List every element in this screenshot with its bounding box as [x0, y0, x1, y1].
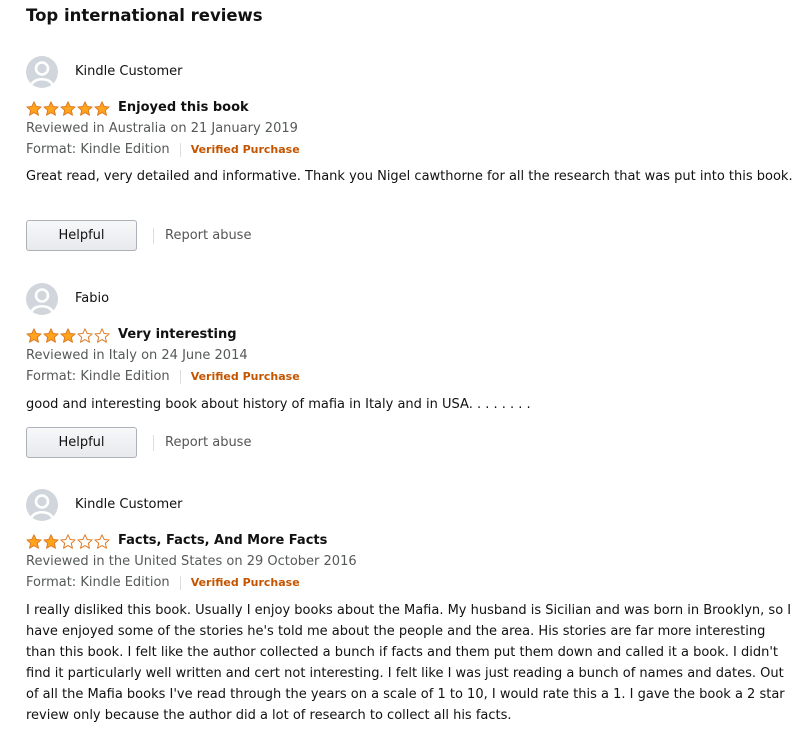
avatar-icon	[26, 283, 58, 315]
reviewer-name[interactable]: Fabio	[75, 290, 109, 307]
review-date: Reviewed in the United States on 29 Octo…	[26, 554, 357, 569]
reviewer-name[interactable]: Kindle Customer	[75, 496, 183, 513]
star-filled-icon	[94, 100, 110, 116]
star-empty-icon	[94, 327, 110, 343]
verified-purchase-badge: Verified Purchase	[190, 143, 300, 156]
review-format-line: Format: Kindle Edition Verified Purchase	[26, 368, 300, 386]
divider	[153, 227, 154, 244]
review-title[interactable]: Enjoyed this book	[118, 99, 249, 117]
star-empty-icon	[60, 533, 76, 549]
reviewer-profile[interactable]: Fabio	[26, 283, 796, 315]
format-label[interactable]: Format: Kindle Edition	[26, 368, 170, 386]
section-title: Top international reviews	[26, 6, 263, 25]
star-empty-icon	[77, 327, 93, 343]
helpful-button[interactable]: Helpful	[26, 220, 137, 251]
star-rating[interactable]	[26, 100, 110, 116]
avatar-icon	[26, 489, 58, 521]
review: Kindle Customer Enjoyed this book Review…	[26, 56, 796, 251]
review-body: I really disliked this book. Usually I e…	[26, 603, 792, 723]
star-empty-icon	[94, 533, 110, 549]
review-body: Great read, very detailed and informativ…	[26, 169, 793, 184]
star-rating[interactable]	[26, 533, 110, 549]
format-label[interactable]: Format: Kindle Edition	[26, 574, 170, 592]
review-format-line: Format: Kindle Edition Verified Purchase	[26, 574, 300, 592]
review-actions: Helpful Report abuse	[26, 220, 251, 251]
verified-purchase-badge: Verified Purchase	[190, 370, 300, 383]
review: Kindle Customer Facts, Facts, And More F…	[26, 489, 796, 723]
reviewer-profile[interactable]: Kindle Customer	[26, 56, 796, 88]
review-title[interactable]: Facts, Facts, And More Facts	[118, 532, 327, 550]
star-filled-icon	[43, 327, 59, 343]
star-filled-icon	[43, 100, 59, 116]
divider	[153, 434, 154, 451]
review-body: good and interesting book about history …	[26, 397, 531, 412]
report-abuse-link[interactable]: Report abuse	[165, 228, 251, 243]
review-actions: Helpful Report abuse	[26, 427, 251, 458]
divider	[179, 143, 181, 157]
star-filled-icon	[26, 533, 42, 549]
reviewer-name[interactable]: Kindle Customer	[75, 63, 183, 80]
star-rating[interactable]	[26, 327, 110, 343]
report-abuse-link[interactable]: Report abuse	[165, 435, 251, 450]
star-filled-icon	[60, 327, 76, 343]
divider	[179, 370, 181, 384]
review-date: Reviewed in Italy on 24 June 2014	[26, 348, 248, 363]
star-empty-icon	[77, 533, 93, 549]
star-filled-icon	[77, 100, 93, 116]
star-filled-icon	[60, 100, 76, 116]
star-filled-icon	[26, 100, 42, 116]
helpful-button[interactable]: Helpful	[26, 427, 137, 458]
review: Fabio Very interesting Reviewed in Italy…	[26, 283, 796, 458]
review-date: Reviewed in Australia on 21 January 2019	[26, 121, 298, 136]
review-format-line: Format: Kindle Edition Verified Purchase	[26, 141, 300, 159]
format-label[interactable]: Format: Kindle Edition	[26, 141, 170, 159]
verified-purchase-badge: Verified Purchase	[190, 576, 300, 589]
star-filled-icon	[43, 533, 59, 549]
reviewer-profile[interactable]: Kindle Customer	[26, 489, 796, 521]
divider	[179, 576, 181, 590]
avatar-icon	[26, 56, 58, 88]
review-title[interactable]: Very interesting	[118, 326, 237, 344]
star-filled-icon	[26, 327, 42, 343]
